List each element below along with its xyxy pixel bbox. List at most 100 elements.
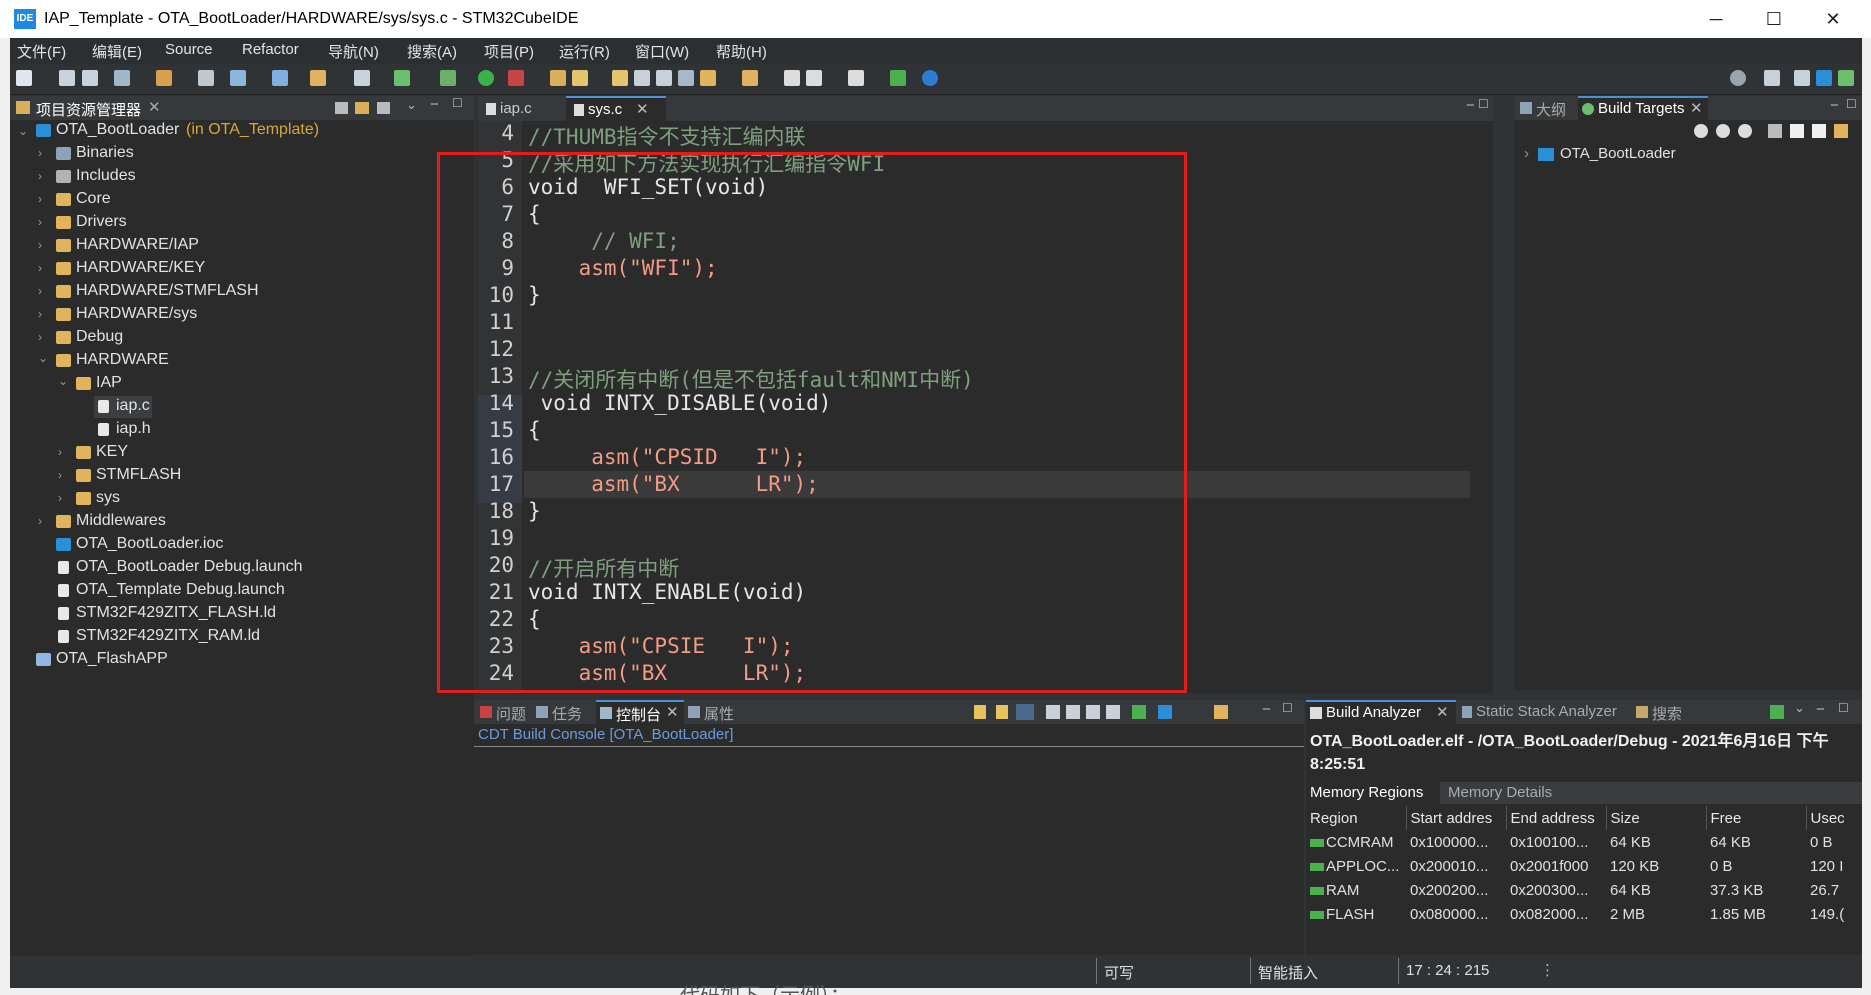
table-row[interactable]: APPLOC... 0x200010... 0x2001f000 120 KB … — [1306, 854, 1862, 878]
tab-build-analyzer[interactable]: Build Analyzer ✕ — [1306, 700, 1456, 724]
chevron-right-icon[interactable]: › — [1524, 145, 1529, 162]
chevron-right-icon[interactable]: › — [58, 445, 62, 459]
link-editor-icon[interactable] — [355, 102, 369, 114]
tab-properties[interactable]: 属性 — [688, 700, 748, 724]
project-explorer-tab[interactable]: 项目资源管理器 — [36, 99, 141, 120]
tab-static-stack-analyzer[interactable]: Static Stack Analyzer — [1462, 700, 1632, 724]
refresh-analyzer-icon[interactable] — [1770, 705, 1784, 719]
tab-tasks[interactable]: 任务 — [536, 700, 596, 724]
save-icon[interactable] — [59, 70, 75, 86]
table-row[interactable]: FLASH 0x080000... 0x082000... 2 MB 1.85 … — [1306, 902, 1862, 926]
column-header[interactable]: Size — [1606, 806, 1707, 830]
last-edit-icon[interactable] — [784, 70, 800, 86]
minimize-view-icon[interactable]: − — [1466, 97, 1475, 114]
chevron-right-icon[interactable]: › — [38, 192, 42, 206]
forward-icon[interactable] — [848, 70, 864, 86]
clean-icon[interactable] — [198, 70, 214, 86]
chevron-right-icon[interactable]: › — [38, 330, 42, 344]
highlight-icon[interactable] — [612, 70, 628, 86]
build-target-row[interactable]: › OTA_BootLoader — [1514, 144, 1862, 166]
tab-console[interactable]: 控制台 ✕ — [596, 700, 684, 724]
maximize-view-icon[interactable]: ☐ — [1282, 701, 1293, 715]
tab-build-targets[interactable]: Build Targets ✕ — [1578, 96, 1708, 120]
info-icon[interactable] — [922, 70, 938, 86]
minimize-view-icon[interactable]: − — [1830, 97, 1839, 114]
view-menu-icon[interactable]: ⌄ — [406, 97, 417, 113]
chevron-right-icon[interactable]: › — [38, 307, 42, 321]
chevron-right-icon[interactable]: › — [38, 284, 42, 298]
debug-perspective-icon[interactable] — [1838, 70, 1854, 86]
close-button[interactable]: ✕ — [1806, 4, 1860, 34]
edit-target-icon[interactable] — [1738, 124, 1752, 138]
tab-memory-details[interactable]: Memory Details — [1444, 782, 1564, 804]
save-all-icon[interactable] — [82, 70, 98, 86]
close-icon[interactable]: ✕ — [636, 100, 649, 118]
run-icon[interactable] — [478, 70, 494, 86]
settings-icon[interactable] — [114, 70, 130, 86]
column-header[interactable]: End address — [1506, 806, 1607, 830]
show-whitespace-icon[interactable] — [678, 70, 694, 86]
tab-outline[interactable]: 大纲 — [1536, 99, 1566, 120]
minimize-view-icon[interactable]: − — [430, 96, 439, 113]
minimize-view-icon[interactable]: − — [1262, 701, 1271, 718]
scroll-down-icon[interactable] — [974, 705, 986, 719]
brush-icon[interactable] — [572, 70, 588, 86]
scroll-up-icon[interactable] — [996, 705, 1008, 719]
chevron-right-icon[interactable]: › — [38, 261, 42, 275]
column-header[interactable]: Free — [1706, 806, 1807, 830]
new-icon[interactable] — [16, 70, 32, 86]
cpp-perspective-icon[interactable] — [1794, 70, 1810, 86]
maximize-view-icon[interactable]: ☐ — [1846, 97, 1857, 111]
chevron-right-icon[interactable]: › — [38, 514, 42, 528]
new-folder-icon[interactable] — [310, 70, 326, 86]
build-icon[interactable] — [156, 70, 172, 86]
scroll-lock-icon[interactable] — [1016, 704, 1034, 720]
chevron-down-icon[interactable]: ⌄ — [18, 124, 28, 138]
chevron-right-icon[interactable]: › — [58, 468, 62, 482]
clear-console-icon[interactable] — [1066, 705, 1080, 719]
forward-icon[interactable] — [1812, 124, 1826, 138]
maximize-button[interactable]: ☐ — [1747, 4, 1801, 34]
chevron-right-icon[interactable]: › — [58, 491, 62, 505]
menu-run[interactable]: 运行(R) — [559, 41, 610, 62]
copy-icon[interactable] — [1046, 705, 1060, 719]
block-select-icon[interactable] — [656, 70, 672, 86]
word-wrap-icon[interactable] — [1086, 705, 1100, 719]
memory-regions-table[interactable]: Region Start addres End address Size Fre… — [1306, 806, 1862, 954]
external-tools-icon[interactable] — [508, 70, 524, 86]
tab-sys-c[interactable]: sys.c ✕ — [566, 96, 666, 121]
close-icon[interactable]: ✕ — [1436, 703, 1449, 721]
new-file-icon[interactable] — [354, 70, 370, 86]
chevron-right-icon[interactable]: › — [38, 146, 42, 160]
menu-edit[interactable]: 编辑(E) — [92, 41, 142, 62]
home-icon[interactable] — [1768, 124, 1782, 138]
new-console-icon[interactable] — [1214, 705, 1228, 719]
perspective-icon[interactable] — [1764, 70, 1780, 86]
menu-search[interactable]: 搜索(A) — [407, 41, 457, 62]
collapse-all-icon[interactable] — [335, 102, 348, 114]
back-icon[interactable] — [806, 70, 822, 86]
column-header[interactable]: Start addres — [1406, 806, 1507, 830]
table-row[interactable]: RAM 0x200200... 0x200300... 64 KB 37.3 K… — [1306, 878, 1862, 902]
maximize-view-icon[interactable]: ☐ — [452, 96, 463, 110]
filter-icon[interactable] — [377, 102, 390, 114]
display-console-icon[interactable] — [1132, 705, 1146, 719]
maximize-view-icon[interactable]: ☐ — [1838, 701, 1849, 715]
back-icon[interactable] — [1790, 124, 1804, 138]
tab-iap-c[interactable]: iap.c — [478, 96, 568, 121]
chevron-right-icon[interactable]: › — [38, 238, 42, 252]
toggle-mark-icon[interactable] — [634, 70, 650, 86]
debug-config-icon[interactable] — [230, 70, 246, 86]
chevron-right-icon[interactable]: › — [38, 169, 42, 183]
new-project-icon[interactable] — [272, 70, 288, 86]
refresh-icon[interactable] — [394, 70, 410, 86]
pin-icon[interactable] — [1106, 705, 1120, 719]
menu-navigate[interactable]: 导航(N) — [328, 41, 379, 62]
terminal-icon[interactable] — [890, 70, 906, 86]
folder-up-icon[interactable] — [1834, 124, 1848, 138]
chevron-down-icon[interactable]: ⌄ — [58, 374, 68, 388]
chevron-right-icon[interactable]: › — [38, 215, 42, 229]
tree-row-root[interactable]: ⌄ OTA_BootLoader (in OTA_Template) — [0, 120, 474, 142]
search-icon[interactable] — [1730, 70, 1746, 86]
menu-window[interactable]: 窗口(W) — [635, 41, 689, 62]
